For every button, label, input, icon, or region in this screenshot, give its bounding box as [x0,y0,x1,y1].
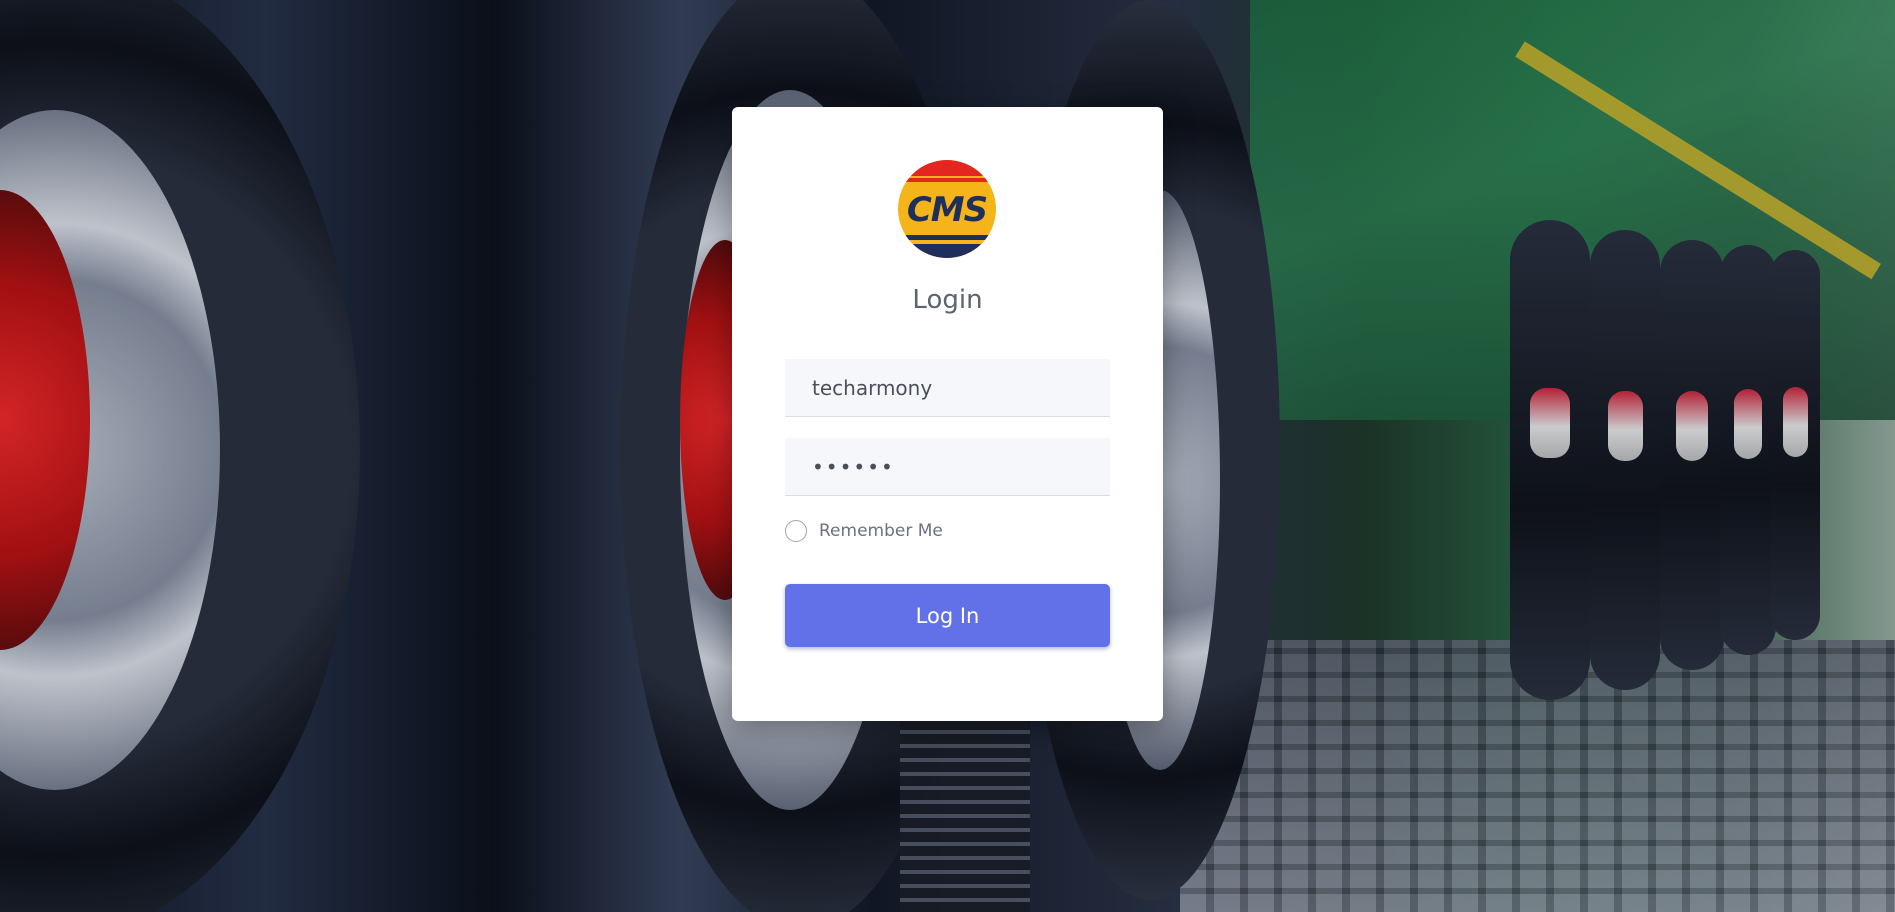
remember-me-label: Remember Me [819,521,943,541]
logo-band [898,244,996,258]
logo-band [898,178,996,182]
login-button[interactable]: Log In [785,584,1110,647]
username-input[interactable] [785,359,1110,417]
remember-me-option[interactable]: Remember Me [785,520,943,542]
logo-text: CMS [906,190,988,230]
page-title: Login [912,285,983,315]
logo-band [898,160,996,176]
password-input[interactable] [785,438,1110,496]
cms-logo-icon: CMS [898,160,996,258]
logo-band [898,235,996,240]
remember-me-checkbox[interactable] [785,520,807,542]
login-card: CMS Login Remember Me Log In [732,107,1163,721]
